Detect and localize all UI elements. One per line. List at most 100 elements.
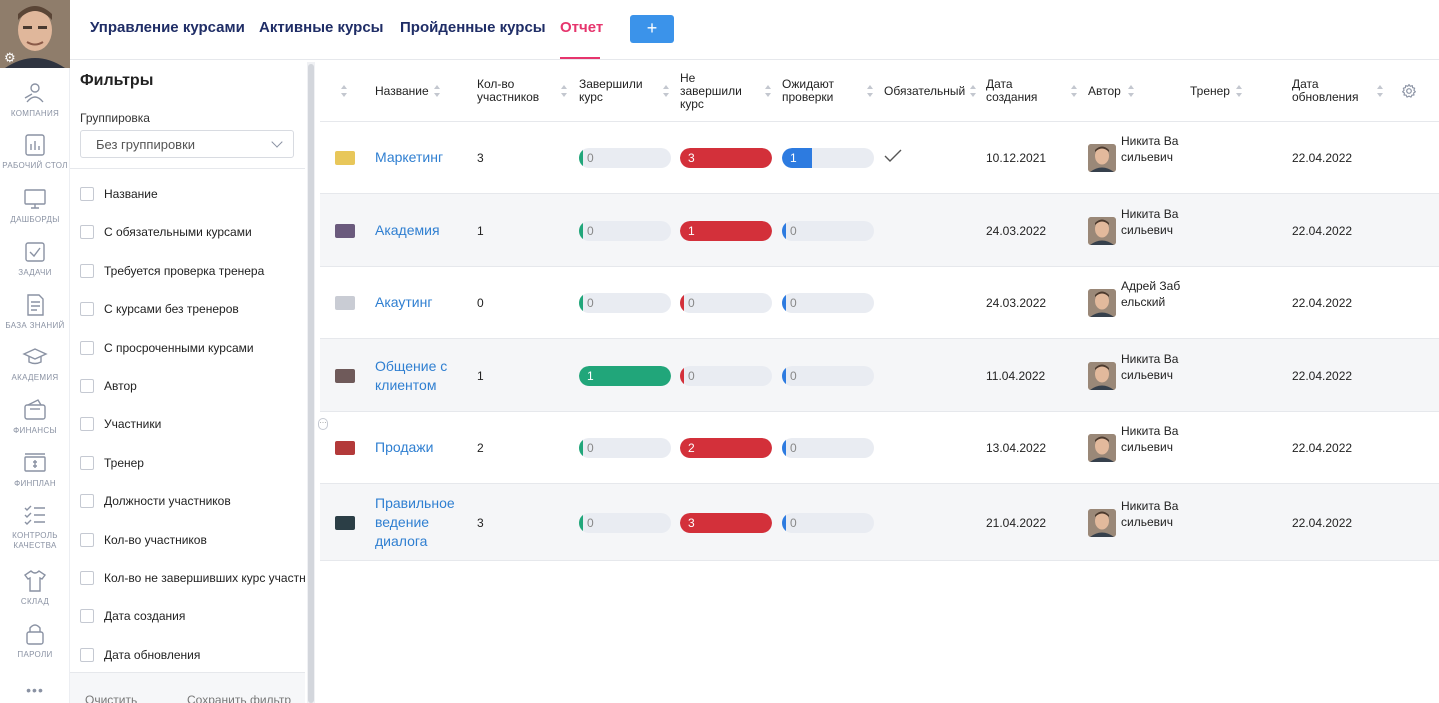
filter-option[interactable]: С обязательными курсами [80,222,252,242]
table-row[interactable]: Акаутинг 0 0 0 0 24.03.2022 Адрей Забельский 22… [320,267,1439,339]
author-name[interactable]: Никита Васильевич [1121,498,1183,530]
tab-active-courses[interactable]: Активные курсы [259,19,383,36]
filter-checkbox[interactable] [80,571,94,585]
grouping-select[interactable]: Без группировки [80,130,294,158]
column-header-members[interactable]: Кол-во участников [477,60,557,122]
filter-checkbox[interactable] [80,379,94,393]
column-header-mandatory[interactable]: Обязательный [884,60,968,122]
filter-checkbox[interactable] [80,532,94,547]
sidebar-item-tshirt[interactable]: СКЛАД [0,568,70,618]
filter-checkbox[interactable] [80,647,94,662]
user-avatar[interactable]: ⚙ [0,0,70,68]
filter-option[interactable]: Участники [80,414,161,434]
scrollbar-thumb[interactable] [308,64,314,703]
gear-icon[interactable]: ⚙ [4,51,18,65]
table-row[interactable]: Общение с клиентом 1 1 0 0 11.04.2022 Никита В… [320,339,1439,412]
add-button[interactable]: + [630,15,674,43]
active-tab-indicator [560,57,600,59]
filter-option[interactable]: Дата обновления [80,645,200,665]
filter-option[interactable]: Автор [80,376,137,396]
filter-checkbox[interactable] [80,609,94,624]
filter-option[interactable]: Тренер [80,453,144,473]
filter-option-label: Кол-во не завершивших курс участн [104,571,306,585]
sidebar-item-checklist[interactable]: КОНТРОЛЬ КАЧЕСТВА [0,502,70,552]
sort-icon[interactable] [1236,85,1243,97]
table-row[interactable]: Продажи 2 0 2 0 13.04.2022 Никита Васильевич 22… [320,412,1439,484]
sidebar-item-graduation-cap[interactable]: АКАДЕМИЯ [0,344,70,394]
author-name[interactable]: Адрей Забельский [1121,278,1183,310]
sort-icon[interactable] [341,85,348,97]
table-settings-gear-icon[interactable] [1401,83,1417,99]
filter-checkbox[interactable] [80,263,94,278]
more-menu-icon[interactable]: ••• [0,682,70,698]
filter-option[interactable]: Дата создания [80,606,185,626]
filter-checkbox[interactable] [80,187,94,201]
sort-icon[interactable] [663,85,670,97]
filter-option[interactable]: Должности участников [80,491,231,511]
filter-option[interactable]: С курсами без тренеров [80,299,239,319]
clear-filters-button[interactable]: Очистить [85,693,137,703]
tab-completed-courses[interactable]: Пройденные курсы [400,19,546,36]
column-header-author[interactable]: Автор [1088,60,1132,122]
filter-checkbox[interactable] [80,455,94,470]
pending-bar: 0 [782,220,874,241]
sort-icon[interactable] [1377,85,1384,97]
filter-option[interactable]: Кол-во не завершивших курс участн [80,568,306,588]
sidebar-item-checkbox[interactable]: ЗАДАЧИ [0,239,70,289]
sidebar-item-lock[interactable]: ПАРОЛИ [0,621,70,671]
completed-bar: 0 [579,512,671,533]
filter-option[interactable]: Требуется проверка тренера [80,261,264,281]
column-header-created[interactable]: Дата создания [986,60,1056,122]
sort-icon[interactable] [1071,85,1078,97]
filters-scrollbar[interactable] [307,62,315,703]
sidebar-item-desktop[interactable]: РАБОЧИЙ СТОЛ [0,132,70,182]
filter-checkbox[interactable] [80,340,94,355]
course-name-link[interactable]: Акаутинг [375,293,470,312]
column-header-trainer[interactable]: Тренер [1190,60,1240,122]
sort-icon[interactable] [867,85,874,97]
author-name[interactable]: Никита Васильевич [1121,133,1183,165]
save-filter-button[interactable]: Сохранить фильтр [187,693,291,703]
app: ⚙ КОМПАНИЯ РАБОЧИЙ СТОЛ ДАШБОРДЫ ЗАДАЧИ БАЗА… [0,0,1439,703]
table-row[interactable]: Правильное ведение диалога 3 0 3 0 21.04.2022… [320,484,1439,561]
course-name-link[interactable]: Общение с клиентом [375,357,470,395]
filter-checkbox[interactable] [80,225,94,240]
completed-bar: 0 [579,438,671,458]
filter-option[interactable]: С просроченными курсами [80,338,254,358]
sidebar-item-monitor[interactable]: ДАШБОРДЫ [0,186,70,236]
tab-course-management[interactable]: Управление курсами [90,19,245,36]
course-name-link[interactable]: Продажи [375,438,470,457]
filter-option[interactable]: Кол-во участников [80,530,207,550]
column-header-pending[interactable]: Ожидают проверки [782,60,854,122]
bar-edge [579,293,583,313]
course-name-link[interactable]: Маркетинг [375,148,470,167]
sort-icon[interactable] [434,85,441,97]
filter-checkbox[interactable] [80,494,94,509]
sort-icon[interactable] [970,85,977,97]
course-thumbnail [335,151,355,165]
sort-icon[interactable] [561,85,568,97]
sidebar-item-money[interactable]: ФИНПЛАН [0,450,70,500]
sidebar-item-company[interactable]: КОМПАНИЯ [0,80,70,130]
column-header-name[interactable]: Название [375,60,455,122]
author-name[interactable]: Никита Васильевич [1121,206,1183,238]
filter-checkbox[interactable] [80,417,94,432]
author-name[interactable]: Никита Васильевич [1121,351,1183,383]
tab-report[interactable]: Отчет [560,19,603,36]
sidebar-item-wallet[interactable]: ФИНАНСЫ [0,397,70,447]
sort-icon[interactable] [765,85,772,97]
course-name-link[interactable]: Академия [375,221,470,240]
course-name-link[interactable]: Правильное ведение диалога [375,494,470,551]
table-row[interactable]: Академия 1 0 1 0 24.03.2022 Никита Васильевич 2… [320,194,1439,267]
sidebar-item-document[interactable]: БАЗА ЗНАНИЙ [0,292,70,342]
author-name[interactable]: Никита Васильевич [1121,423,1183,455]
filter-option[interactable]: Название [80,184,158,204]
filter-option-label: Кол-во участников [104,532,207,547]
sort-icon[interactable] [1128,85,1135,97]
table-row[interactable]: Маркетинг 3 0 3 1 10.12.2021 Никита Васильевич… [320,122,1439,194]
column-header-updated[interactable]: Дата обновления [1292,60,1372,122]
column-header-completed[interactable]: Завершили курс [579,60,651,122]
completed-bar: 0 [579,220,671,241]
column-header-not-completed[interactable]: Не завершили курс [680,60,746,122]
filter-checkbox[interactable] [80,302,94,317]
